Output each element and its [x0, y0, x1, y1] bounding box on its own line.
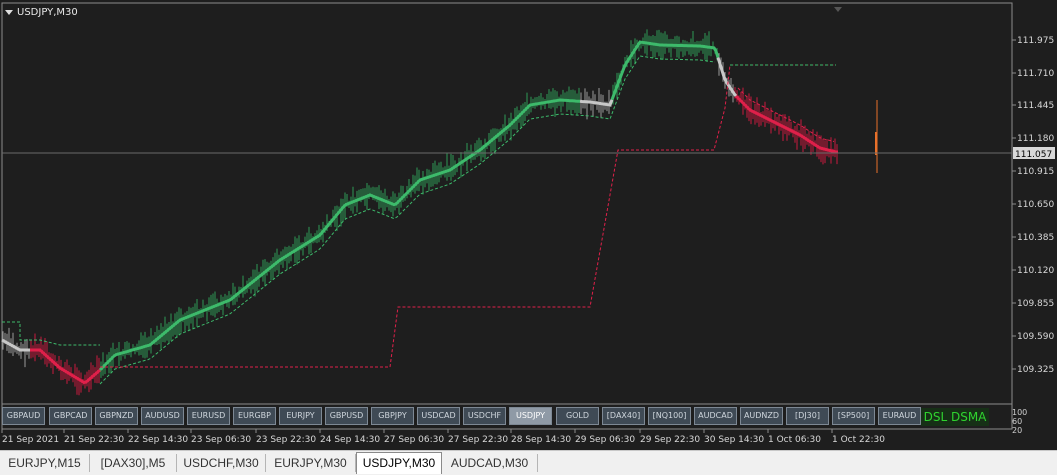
price-label: 111.445	[1017, 101, 1054, 111]
symbol-button-dax40[interactable]: [DAX40]	[602, 407, 645, 425]
tab-audcadm30[interactable]: AUDCAD,M30	[442, 454, 538, 472]
indicator-scale-100: 100	[1012, 408, 1028, 417]
price-label: 110.385	[1017, 233, 1054, 243]
symbol-button-bar: GBPAUD GBPCAD GBPNZD AUDUSD EURUSD EURGBP EURJ…	[2, 407, 1002, 427]
price-label: 110.120	[1017, 266, 1054, 276]
symbol-button-gbpnzd[interactable]: GBPNZD	[95, 407, 138, 425]
time-label: 27 Sep 06:30	[384, 435, 444, 445]
symbol-button-gbpcad[interactable]: GBPCAD	[49, 407, 92, 425]
chart-area[interactable]: 111.975 111.710 111.445 111.180 110.915 110.6…	[0, 0, 1057, 474]
price-label: 110.650	[1017, 200, 1054, 210]
symbol-button-eurgbp[interactable]: EURGBP	[233, 407, 276, 425]
symbol-button-audusd[interactable]: AUDUSD	[141, 407, 184, 425]
symbol-button-gbpusd[interactable]: GBPUSD	[325, 407, 368, 425]
tab-usdchfm30[interactable]: USDCHF,M30	[177, 454, 266, 472]
price-label: 109.590	[1017, 332, 1054, 342]
chart-title-text: USDJPY,M30	[17, 7, 78, 18]
indicator-label: DSL DSMA	[921, 408, 989, 426]
symbol-button-usdchf[interactable]: USDCHF	[463, 407, 506, 425]
collapse-triangle-icon[interactable]	[5, 9, 13, 15]
price-label: 111.975	[1017, 36, 1054, 46]
price-chart[interactable]: 111.975 111.710 111.445 111.180 110.915 110.6…	[0, 0, 1057, 450]
time-label: 29 Sep 06:30	[575, 435, 635, 445]
symbol-button-usdcad[interactable]: USDCAD	[417, 407, 460, 425]
tab-eurjpym15[interactable]: EURJPY,M15	[0, 454, 90, 472]
tab-usdjpym30[interactable]: USDJPY,M30	[356, 452, 442, 474]
symbol-button-audnzd[interactable]: AUDNZD	[740, 407, 783, 425]
symbol-button-euraud[interactable]: EURAUD	[878, 407, 921, 425]
time-label: 24 Sep 14:30	[320, 435, 380, 445]
symbol-button-gbpjpy[interactable]: GBPJPY	[371, 407, 414, 425]
symbol-button-dj30[interactable]: [DJ30]	[786, 407, 829, 425]
indicator-scale-60: 60	[1012, 417, 1023, 426]
time-label: 23 Sep 06:30	[191, 435, 251, 445]
time-label: 27 Sep 22:30	[448, 435, 508, 445]
indicator-scale: 100 60 20	[1012, 408, 1027, 435]
chart-tabs: EURJPY,M15 [DAX30],M5 USDCHF,M30 EURJPY,M30…	[0, 450, 1057, 475]
price-label: 111.180	[1017, 134, 1054, 144]
time-label: 22 Sep 14:30	[128, 435, 188, 445]
time-label: 23 Sep 22:30	[256, 435, 316, 445]
symbol-button-nq100[interactable]: [NQ100]	[648, 407, 691, 425]
current-price-label: 111.057	[1015, 150, 1052, 160]
time-label: 1 Oct 06:30	[768, 435, 821, 445]
time-label: 21 Sep 22:30	[64, 435, 124, 445]
price-label: 110.915	[1017, 167, 1054, 177]
symbol-button-eurjpy[interactable]: EURJPY	[279, 407, 322, 425]
symbol-button-gold[interactable]: GOLD	[556, 407, 599, 425]
symbol-button-sp500[interactable]: [SP500]	[832, 407, 875, 425]
symbol-button-usdjpy[interactable]: USDJPY	[509, 407, 552, 425]
chart-title: USDJPY,M30	[5, 7, 78, 18]
indicator-scale-20: 20	[1012, 426, 1023, 435]
time-label: 21 Sep 2021	[2, 435, 59, 445]
time-label: 1 Oct 22:30	[832, 435, 885, 445]
tab-eurjpym30[interactable]: EURJPY,M30	[266, 454, 356, 472]
tab-dax30m5[interactable]: [DAX30],M5	[90, 454, 177, 472]
symbol-button-eurusd[interactable]: EURUSD	[187, 407, 230, 425]
price-label: 109.325	[1017, 365, 1054, 375]
symbol-button-gbpaud[interactable]: GBPAUD	[2, 407, 45, 425]
price-label: 111.710	[1017, 69, 1054, 79]
time-label: 28 Sep 14:30	[511, 435, 571, 445]
time-label: 30 Sep 14:30	[704, 435, 764, 445]
symbol-button-audcad[interactable]: AUDCAD	[694, 407, 737, 425]
price-label: 109.855	[1017, 299, 1054, 309]
time-label: 29 Sep 22:30	[640, 435, 700, 445]
